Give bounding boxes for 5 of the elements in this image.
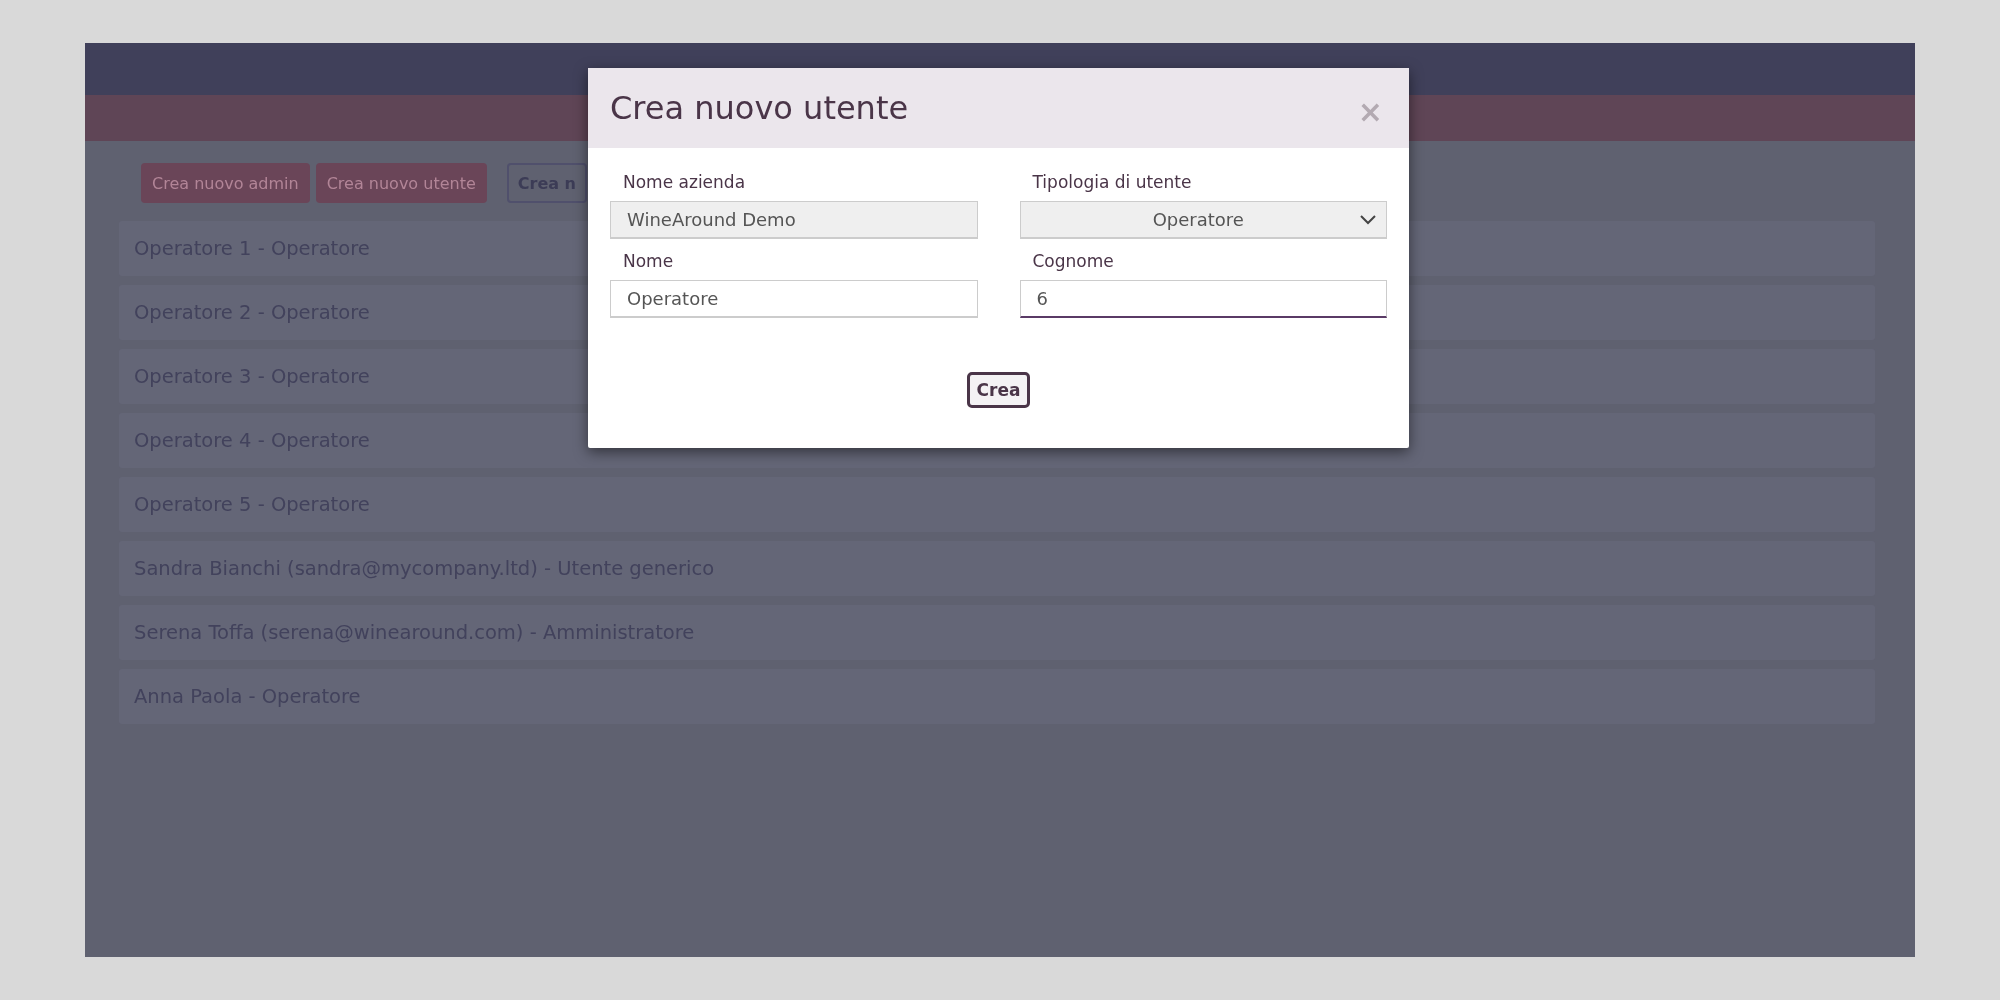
field-label: Cognome: [1031, 251, 1115, 271]
dialog-title: Crea nuovo utente: [610, 89, 909, 127]
field-label: Nome azienda: [622, 172, 747, 192]
field-label: Nome: [622, 251, 675, 271]
field-label: Tipologia di utente: [1031, 172, 1193, 192]
